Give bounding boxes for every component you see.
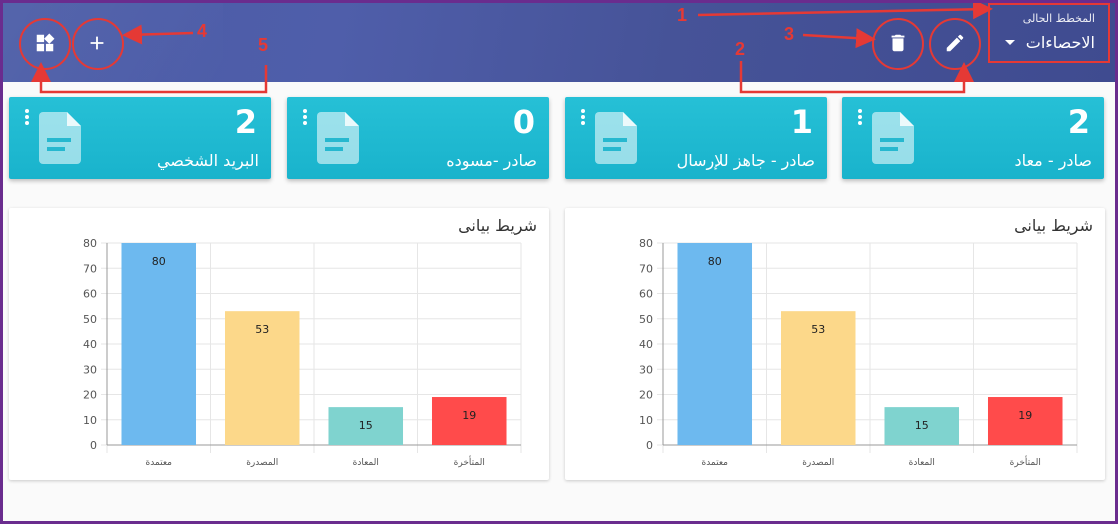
y-tick-label: 70 bbox=[639, 262, 653, 275]
stat-card-count: 2 bbox=[234, 103, 257, 141]
y-tick-label: 60 bbox=[83, 288, 97, 301]
x-tick-label: المعادة bbox=[909, 458, 935, 468]
stat-card-personal-mail[interactable]: 2 البريد الشخصي bbox=[9, 97, 271, 179]
data-label: 15 bbox=[359, 419, 373, 432]
stat-card-count: 0 bbox=[512, 103, 535, 141]
app-header: المخطط الحالى الاحصاءات bbox=[3, 3, 1115, 82]
document-icon bbox=[39, 112, 81, 164]
current-layout-value: الاحصاءات bbox=[1025, 33, 1095, 52]
y-tick-label: 80 bbox=[639, 237, 653, 250]
y-tick-label: 50 bbox=[83, 313, 97, 326]
stat-card-title: البريد الشخصي bbox=[156, 151, 259, 170]
annotation-number-5: 5 bbox=[258, 35, 269, 55]
plus-icon bbox=[90, 36, 104, 50]
y-tick-label: 40 bbox=[83, 338, 97, 351]
widgets-icon bbox=[36, 33, 55, 52]
stat-card-ready-to-send[interactable]: 1 صادر - جاهز للإرسال bbox=[565, 97, 827, 179]
annotation-number-2: 2 bbox=[735, 39, 746, 59]
x-tick-label: المصدرة bbox=[246, 458, 278, 468]
y-tick-label: 80 bbox=[83, 237, 97, 250]
y-tick-label: 30 bbox=[83, 363, 97, 376]
x-tick-label: المصدرة bbox=[802, 458, 834, 468]
y-tick-label: 70 bbox=[83, 262, 97, 275]
x-tick-label: المتأخرة bbox=[454, 455, 485, 468]
current-layout-select[interactable]: المخطط الحالى الاحصاءات bbox=[993, 6, 1103, 62]
bar-chart: 0 10 20 30 40 50 60 70 80 80 معتمدة 53 المصدرة 15 المع… bbox=[83, 237, 522, 468]
bar bbox=[121, 243, 197, 445]
x-tick-label: معتمدة bbox=[701, 458, 728, 468]
bar bbox=[677, 243, 753, 445]
document-icon bbox=[872, 112, 914, 164]
chart-panel-right: شريط بيانى 0 10 20 30 40 50 60 70 80 80 معتمدة 53 ال… bbox=[565, 208, 1105, 480]
stat-card-title: صادر - معاد bbox=[1014, 151, 1092, 170]
more-vert-icon[interactable] bbox=[579, 109, 585, 127]
annotation-number-3: 3 bbox=[784, 24, 795, 44]
bar-chart: 0 10 20 30 40 50 60 70 80 80 معتمدة 53 المصدرة 15 المع… bbox=[639, 237, 1078, 468]
stat-card-draft[interactable]: 0 صادر -مسوده bbox=[287, 97, 549, 179]
stat-card-count: 2 bbox=[1067, 103, 1090, 141]
data-label: 53 bbox=[811, 323, 825, 336]
data-label: 80 bbox=[152, 255, 166, 268]
y-tick-label: 60 bbox=[639, 288, 653, 301]
chevron-down-icon bbox=[1005, 40, 1015, 45]
delete-button[interactable] bbox=[878, 23, 918, 63]
annotation-number-1: 1 bbox=[677, 5, 688, 25]
pencil-icon bbox=[946, 34, 964, 52]
stat-card-title: صادر - جاهز للإرسال bbox=[676, 151, 815, 170]
y-tick-label: 50 bbox=[639, 313, 653, 326]
x-tick-label: المعادة bbox=[353, 458, 379, 468]
add-button[interactable] bbox=[77, 23, 117, 63]
data-label: 19 bbox=[1018, 409, 1032, 422]
edit-button[interactable] bbox=[935, 23, 975, 63]
stat-card-title: صادر -مسوده bbox=[446, 151, 537, 170]
data-label: 19 bbox=[462, 409, 476, 422]
more-vert-icon[interactable] bbox=[23, 109, 29, 127]
y-tick-label: 10 bbox=[639, 414, 653, 427]
y-tick-label: 0 bbox=[90, 439, 97, 452]
y-tick-label: 20 bbox=[83, 389, 97, 402]
document-icon bbox=[317, 112, 359, 164]
x-tick-label: المتأخرة bbox=[1010, 455, 1041, 468]
document-icon bbox=[595, 112, 637, 164]
x-tick-label: معتمدة bbox=[145, 458, 172, 468]
stat-card-returned[interactable]: 2 صادر - معاد bbox=[842, 97, 1104, 179]
current-layout-label: المخطط الحالى bbox=[1022, 12, 1095, 25]
chart-panel-left: شريط بيانى 0 10 20 30 40 50 60 70 80 80 معتمدة 53 ال… bbox=[9, 208, 549, 480]
data-label: 53 bbox=[255, 323, 269, 336]
y-tick-label: 40 bbox=[639, 338, 653, 351]
more-vert-icon[interactable] bbox=[856, 109, 862, 127]
trash-icon bbox=[891, 34, 905, 52]
y-tick-label: 0 bbox=[646, 439, 653, 452]
y-tick-label: 10 bbox=[83, 414, 97, 427]
y-tick-label: 20 bbox=[639, 389, 653, 402]
dashboard-widgets-button[interactable] bbox=[25, 23, 65, 63]
y-tick-label: 30 bbox=[639, 363, 653, 376]
annotation-number-4: 4 bbox=[197, 21, 208, 41]
data-label: 15 bbox=[915, 419, 929, 432]
more-vert-icon[interactable] bbox=[301, 109, 307, 127]
data-label: 80 bbox=[708, 255, 722, 268]
stat-card-count: 1 bbox=[790, 103, 813, 141]
